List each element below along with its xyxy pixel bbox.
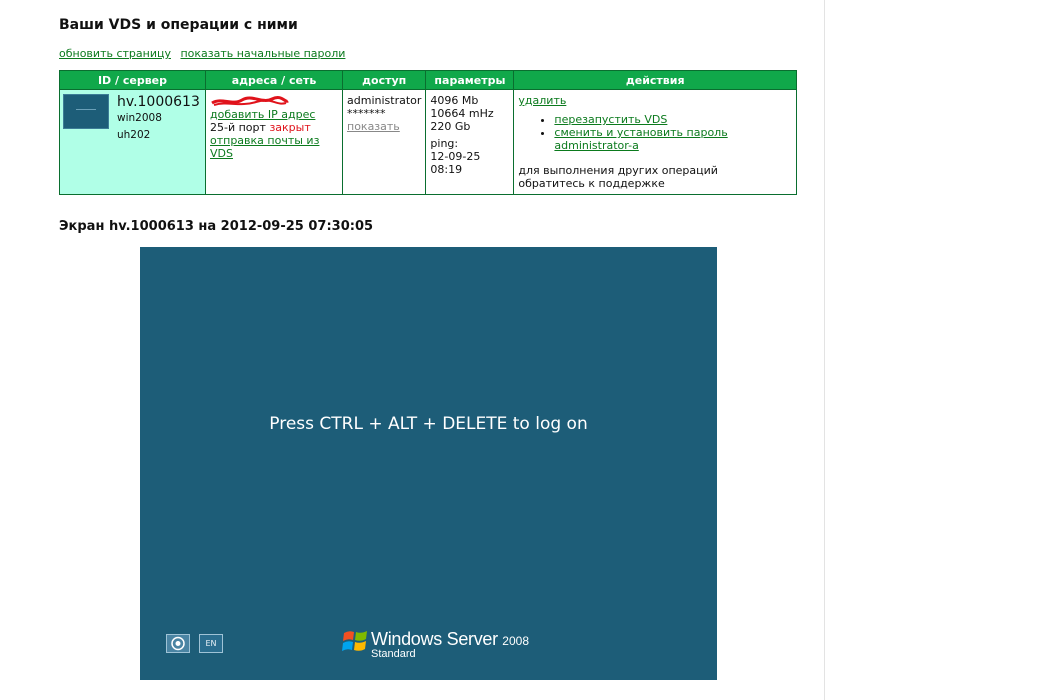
ease-of-access-icon xyxy=(171,636,185,651)
screen-thumbnail[interactable] xyxy=(63,94,109,129)
delete-link[interactable]: удалить xyxy=(518,94,566,107)
right-divider xyxy=(824,0,825,700)
server-host: uh202 xyxy=(117,129,151,141)
refresh-page-link[interactable]: обновить страницу xyxy=(59,47,171,60)
header-parameters: параметры xyxy=(425,70,515,90)
access-password-mask: ******* xyxy=(347,107,386,120)
server-name: hv.1000613 xyxy=(117,94,200,110)
add-ip-link[interactable]: добавить IP адрес xyxy=(210,108,315,121)
restart-vds-link[interactable]: перезапустить VDS xyxy=(554,113,667,126)
server-os: win2008 xyxy=(117,112,162,124)
param-ram: 4096 Mb xyxy=(430,94,479,107)
header-access: доступ xyxy=(341,70,427,90)
header-addresses: адреса / сеть xyxy=(205,70,343,90)
logon-message: Press CTRL + ALT + DELETE to log on xyxy=(269,414,588,434)
header-actions: действия xyxy=(513,70,797,90)
addresses-cell: добавить IP адрес 25-й порт закрыт отпра… xyxy=(205,89,343,195)
product-version: 2008 xyxy=(502,634,529,648)
vds-screen: Press CTRL + ALT + DELETE to log on EN W… xyxy=(140,247,717,680)
actions-list: перезапустить VDS сменить и установить п… xyxy=(518,113,792,152)
show-initial-passwords-link[interactable]: показать начальные пароли xyxy=(180,47,345,60)
top-links: обновить страницу показать начальные пар… xyxy=(59,47,351,60)
redacted-ip-scribble xyxy=(211,95,289,106)
windows-server-brand: Windows Server 2008 Standard xyxy=(371,629,529,660)
list-item: перезапустить VDS xyxy=(554,113,792,126)
param-ping-time: 12-09-25 08:19 xyxy=(430,150,481,176)
product-name: Windows Server xyxy=(371,629,498,649)
port-label: 25-й порт xyxy=(210,121,266,134)
server-id-cell: hv.1000613 win2008 uh202 xyxy=(59,89,206,195)
mail-sending-link[interactable]: отправка почты из VDS xyxy=(210,134,319,160)
access-username: administrator xyxy=(347,94,422,107)
param-cpu: 10664 mHz xyxy=(430,107,494,120)
list-item: сменить и установить пароль administrato… xyxy=(554,126,792,152)
ease-of-access-button[interactable] xyxy=(166,634,190,653)
support-note-line1: для выполнения других операций xyxy=(518,164,718,177)
port-status: закрыт xyxy=(269,121,311,134)
windows-logo-icon xyxy=(342,631,367,651)
actions-cell: удалить перезапустить VDS сменить и уста… xyxy=(513,89,797,195)
access-cell: administrator ******* показать xyxy=(341,89,427,195)
parameters-cell: 4096 Mb 10664 mHz 220 Gb ping: 12-09-25 … xyxy=(425,89,515,195)
screen-title: Экран hv.1000613 на 2012-09-25 07:30:05 xyxy=(59,219,374,234)
language-button[interactable]: EN xyxy=(199,634,223,653)
show-password-link[interactable]: показать xyxy=(347,120,400,133)
vds-table: ID / сервер адреса / сеть доступ парамет… xyxy=(59,70,797,195)
support-note-line2: обратитесь к поддержке xyxy=(518,177,665,190)
change-password-link[interactable]: сменить и установить пароль administrato… xyxy=(554,126,727,152)
page-title: Ваши VDS и операции с ними xyxy=(59,17,298,33)
param-disk: 220 Gb xyxy=(430,120,471,133)
table-header-row: ID / сервер адреса / сеть доступ парамет… xyxy=(59,70,797,90)
table-row: hv.1000613 win2008 uh202 добавить IP адр… xyxy=(59,89,797,195)
param-ping-label: ping: xyxy=(430,137,459,150)
header-id-server: ID / сервер xyxy=(59,70,206,90)
